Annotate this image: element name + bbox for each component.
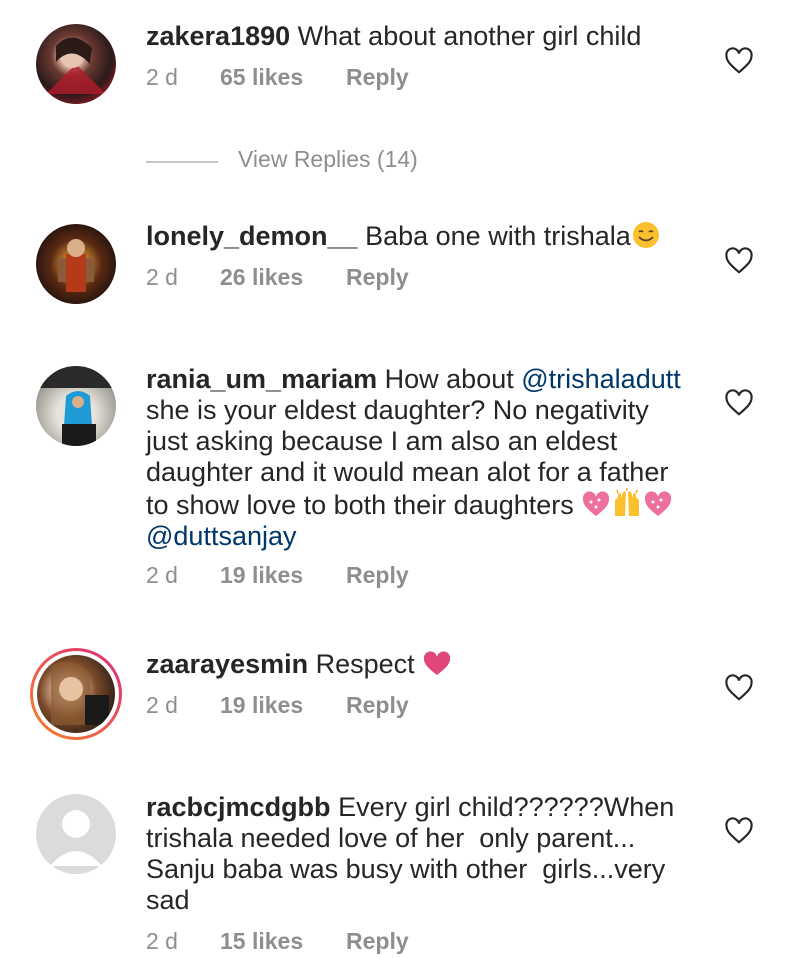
like-heart-icon[interactable] <box>724 47 754 75</box>
timestamp: 2 d <box>146 692 178 718</box>
comment-body: lonely_demon__ Baba one with trishala <box>146 221 706 252</box>
comment-body: racbcjmcdgbb Every girl child??????When … <box>146 792 706 916</box>
comment-text: she is your eldest daughter? No negativi… <box>146 395 649 425</box>
username[interactable]: racbcjmcdgbb <box>146 792 331 822</box>
reply-button[interactable]: Reply <box>346 64 409 91</box>
avatar-photo <box>46 37 106 94</box>
username[interactable]: zakera1890 <box>146 21 290 51</box>
reply-button[interactable]: Reply <box>346 562 409 589</box>
comment-text: daughter and it would mean alot for a fa… <box>146 457 669 487</box>
like-heart-icon[interactable] <box>724 674 754 702</box>
comment-body: rania_um_mariam How about @trishaladutt … <box>146 364 706 552</box>
sparkling-heart-emoji-icon <box>645 491 672 516</box>
comment-text: Sanju baba was busy with other girls...v… <box>146 854 666 884</box>
comment-text: Baba one with trishala <box>365 221 631 251</box>
comment-text: sad <box>146 885 190 915</box>
comment-text: to show love to both their daughters <box>146 490 574 520</box>
view-replies[interactable]: View Replies (14) <box>146 146 546 176</box>
comment-text: just asking because I am also an eldest <box>146 426 618 456</box>
username[interactable]: lonely_demon__ <box>146 221 358 251</box>
comment-line: racbcjmcdgbb Every girl child??????When <box>146 792 706 823</box>
view-replies-line <box>146 161 218 163</box>
likes-count[interactable]: 19 likes <box>220 692 303 719</box>
comment-text: Respect <box>315 649 415 679</box>
heart-emoji-icon <box>424 651 451 675</box>
username[interactable]: zaarayesmin <box>146 649 308 679</box>
comment-body: zakera1890 What about another girl child <box>146 21 706 52</box>
like-heart-icon[interactable] <box>724 389 754 417</box>
reply-button[interactable]: Reply <box>346 264 409 291</box>
avatar-photo <box>51 661 109 725</box>
username[interactable]: rania_um_mariam <box>146 364 377 394</box>
reply-button[interactable]: Reply <box>346 692 409 719</box>
avatar[interactable] <box>36 224 116 304</box>
avatar-photo <box>36 366 116 446</box>
story-ring[interactable] <box>30 648 122 740</box>
comment-text: Every girl child??????When <box>338 792 675 822</box>
comment-line: to show love to both their daughters <box>146 488 706 521</box>
view-replies-label[interactable]: View Replies (14) <box>238 146 418 173</box>
mention-link[interactable]: @trishaladutt <box>521 364 680 394</box>
comment-text: How about <box>384 364 514 394</box>
timestamp: 2 d <box>146 928 178 954</box>
likes-count[interactable]: 19 likes <box>220 562 303 589</box>
smiling-face-emoji-icon <box>632 222 659 248</box>
raised-hands-emoji-icon <box>615 488 640 516</box>
likes-count[interactable]: 15 likes <box>220 928 303 955</box>
timestamp: 2 d <box>146 264 178 290</box>
avatar[interactable] <box>36 366 116 446</box>
like-heart-icon[interactable] <box>724 247 754 275</box>
timestamp: 2 d <box>146 562 178 588</box>
like-heart-icon[interactable] <box>724 817 754 845</box>
likes-count[interactable]: 65 likes <box>220 64 303 91</box>
comment-body: zaarayesmin Respect <box>146 649 706 680</box>
comment-text: trishala needed love of her only parent.… <box>146 823 636 853</box>
avatar-photo <box>58 239 94 292</box>
avatar <box>37 655 115 733</box>
default-avatar-icon <box>50 810 102 866</box>
likes-count[interactable]: 26 likes <box>220 264 303 291</box>
reply-button[interactable]: Reply <box>346 928 409 955</box>
timestamp: 2 d <box>146 64 178 90</box>
comment-line: rania_um_mariam How about @trishaladutt <box>146 364 706 395</box>
avatar[interactable] <box>36 24 116 104</box>
comment-text: What about another girl child <box>297 21 642 51</box>
mention-link[interactable]: @duttsanjay <box>146 521 706 552</box>
sparkling-heart-emoji-icon <box>583 491 610 516</box>
default-avatar[interactable] <box>36 794 116 874</box>
